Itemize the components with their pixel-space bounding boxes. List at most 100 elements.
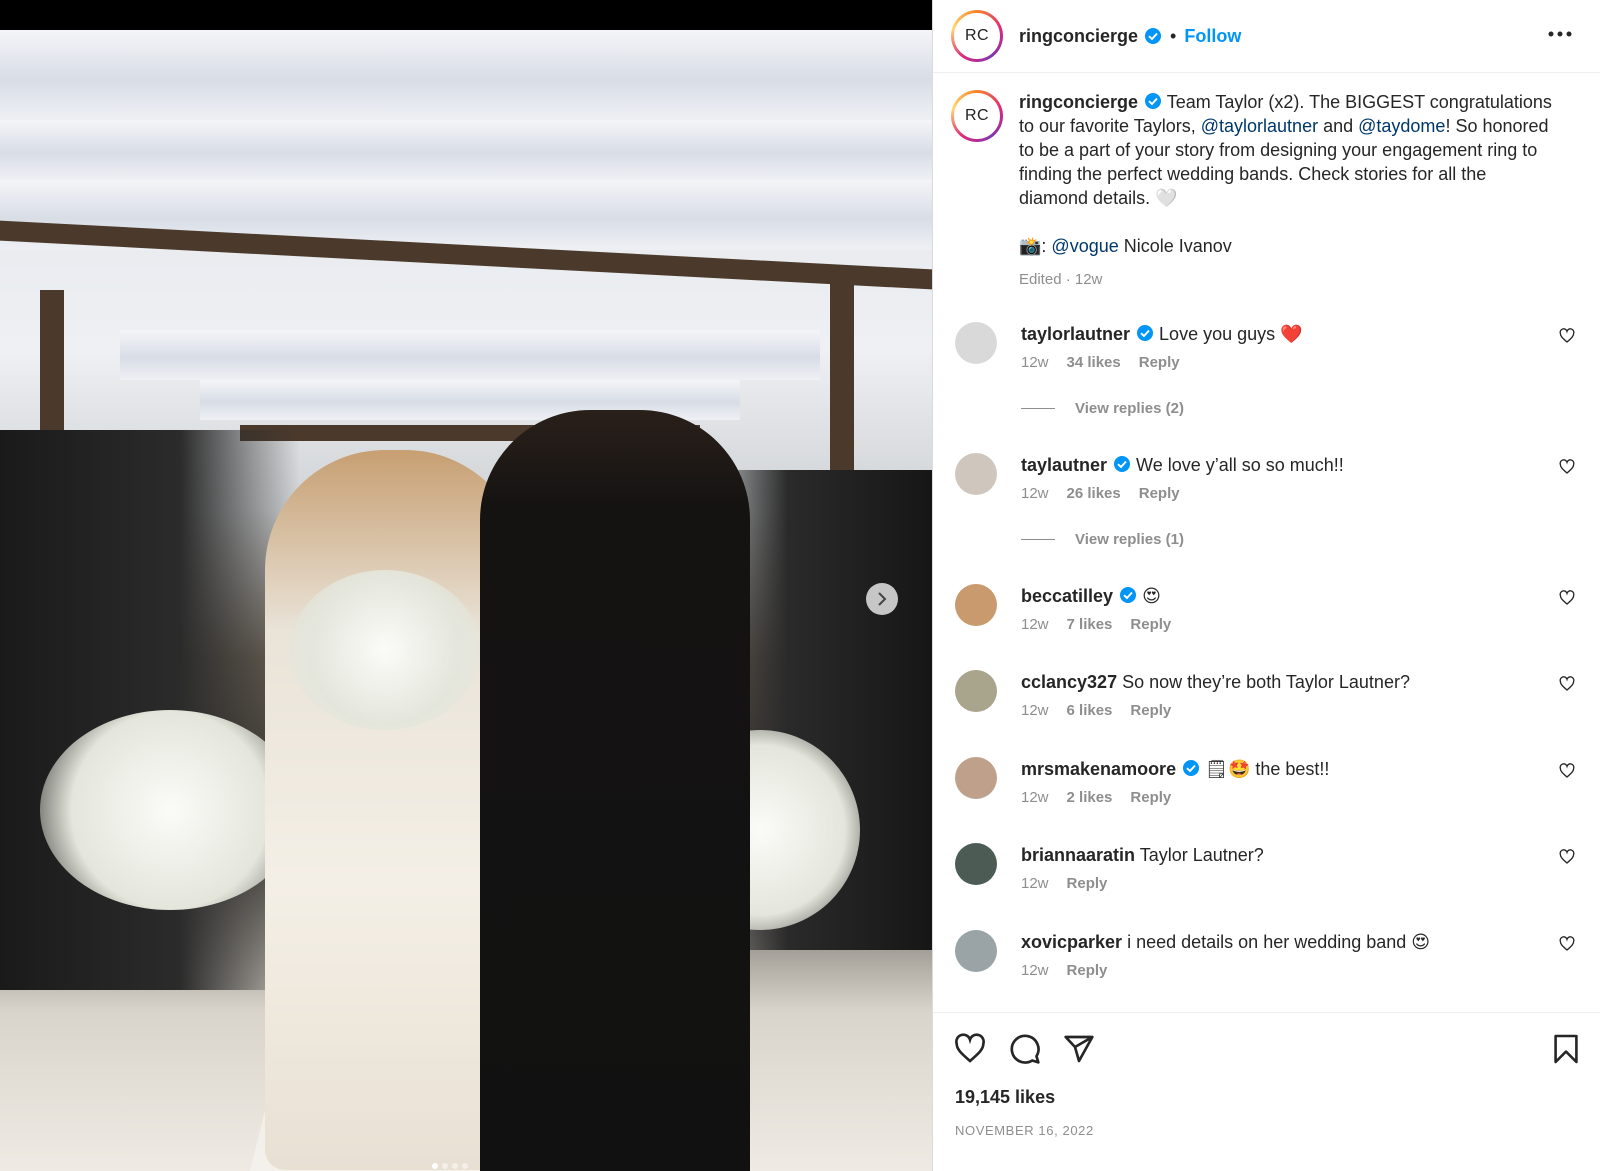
avatar[interactable]: [955, 670, 997, 712]
comment-time: 12w: [1021, 616, 1049, 633]
heart-icon[interactable]: [1559, 328, 1575, 344]
comment-icon[interactable]: [1009, 1033, 1041, 1065]
reply-button[interactable]: Reply: [1130, 616, 1171, 633]
post-caption: RC ringconcierge Team Taylor (x2). The B…: [951, 90, 1591, 292]
view-replies-button[interactable]: View replies (1): [1021, 531, 1184, 548]
reply-button[interactable]: Reply: [1139, 354, 1180, 371]
avatar[interactable]: [955, 930, 997, 972]
comment-text: We love y’all so so much!!: [1136, 455, 1344, 475]
reply-button[interactable]: Reply: [1130, 789, 1171, 806]
post-header: RC ringconcierge • Follow: [933, 0, 1600, 73]
heart-icon[interactable]: [1559, 936, 1575, 952]
avatar[interactable]: [955, 453, 997, 495]
verified-badge-icon: [1183, 760, 1200, 776]
post-media[interactable]: [0, 0, 932, 1171]
comment-item: beccatilley 😍 12w 7 likes Reply: [951, 584, 1591, 633]
caption-meta: Edited · 12w: [1019, 271, 1103, 288]
carousel-dot: [462, 1163, 468, 1169]
more-options-icon: [1548, 31, 1572, 37]
likes-count[interactable]: 19,145 likes: [955, 1087, 1055, 1108]
comment-item: briannaaratin Taylor Lautner? 12w Reply: [951, 843, 1591, 892]
comment-likes[interactable]: 2 likes: [1067, 789, 1113, 806]
drape: [120, 330, 820, 380]
avatar[interactable]: RC: [951, 90, 1003, 142]
post-actions-footer: 19,145 likes NOVEMBER 16, 2022: [933, 1012, 1600, 1171]
mention-link[interactable]: @taylorlautner: [1201, 116, 1318, 136]
comment-username[interactable]: taylorlautner: [1021, 324, 1130, 344]
share-icon[interactable]: [1063, 1033, 1095, 1065]
avatar[interactable]: [955, 322, 997, 364]
comment-time: 12w: [1021, 875, 1049, 892]
post-sidebar: RC ringconcierge • Follow RC ringconcier…: [932, 0, 1600, 1171]
follow-button[interactable]: Follow: [1184, 26, 1241, 47]
comment-text: 🗒🤩 the best!!: [1205, 759, 1330, 779]
comment-item: mrsmakenamoore 🗒🤩 the best!! 12w 2 likes R…: [951, 757, 1591, 806]
comment-item: cclancy327 So now they’re both Taylor La…: [951, 670, 1591, 719]
post-date: NOVEMBER 16, 2022: [955, 1123, 1094, 1138]
comment-username[interactable]: beccatilley: [1021, 586, 1113, 606]
verified-badge-icon: [1114, 456, 1131, 472]
photo-credit-prefix: 📸:: [1019, 236, 1052, 256]
more-options-button[interactable]: [1545, 22, 1575, 46]
comment-likes[interactable]: 34 likes: [1067, 354, 1121, 371]
carousel-dot: [442, 1163, 448, 1169]
comment-time: 12w: [1021, 789, 1049, 806]
carousel-dots: [432, 1163, 468, 1169]
heart-icon[interactable]: [1559, 590, 1575, 606]
verified-badge-icon: [1137, 325, 1154, 341]
view-replies-label: View replies (2): [1075, 400, 1184, 417]
comment-time: 12w: [1021, 962, 1049, 979]
groom: [480, 410, 750, 1171]
comment-username[interactable]: mrsmakenamoore: [1021, 759, 1176, 779]
comment-text: Taylor Lautner?: [1139, 845, 1264, 865]
comment-time: 12w: [1021, 485, 1049, 502]
comment-likes[interactable]: 26 likes: [1067, 485, 1121, 502]
drape: [0, 120, 932, 180]
comment-likes[interactable]: 6 likes: [1067, 702, 1113, 719]
photo-credit-name: Nicole Ivanov: [1118, 236, 1232, 256]
avatar[interactable]: [955, 584, 997, 626]
chevron-right-icon: [878, 592, 887, 606]
verified-badge-icon: [1145, 28, 1162, 44]
avatar-logo: RC: [954, 13, 1000, 59]
comment-time: 12w: [1021, 702, 1049, 719]
reply-button[interactable]: Reply: [1067, 875, 1108, 892]
reply-button[interactable]: Reply: [1067, 962, 1108, 979]
heart-icon[interactable]: [1559, 676, 1575, 692]
bookmark-icon[interactable]: [1553, 1033, 1579, 1065]
view-replies-button[interactable]: View replies (2): [1021, 400, 1184, 417]
carousel-next-button[interactable]: [866, 583, 898, 615]
comment-username[interactable]: briannaaratin: [1021, 845, 1135, 865]
verified-badge-icon: [1120, 587, 1137, 603]
avatar-logo: RC: [954, 93, 1000, 139]
reply-button[interactable]: Reply: [1139, 485, 1180, 502]
avatar[interactable]: [955, 843, 997, 885]
caption-username[interactable]: ringconcierge: [1019, 92, 1138, 112]
post-modal: RC ringconcierge • Follow RC ringconcier…: [0, 0, 1600, 1171]
comment-item: taylautner We love y’all so so much!! 12…: [951, 453, 1591, 502]
heart-icon[interactable]: [1559, 459, 1575, 475]
comment-item: taylorlautner Love you guys ❤️ 12w 34 lik…: [951, 322, 1591, 371]
carousel-dot: [432, 1163, 438, 1169]
comment-username[interactable]: cclancy327: [1021, 672, 1117, 692]
drape: [0, 30, 932, 120]
heart-icon[interactable]: [953, 1033, 987, 1065]
caption-text: and: [1318, 116, 1359, 136]
comment-username[interactable]: taylautner: [1021, 455, 1107, 475]
separator-dot: •: [1170, 25, 1177, 46]
flower-arrangement: [40, 710, 300, 910]
mention-link[interactable]: @vogue: [1051, 236, 1118, 256]
avatar[interactable]: [955, 757, 997, 799]
comment-username[interactable]: xovicparker: [1021, 932, 1122, 952]
heart-icon[interactable]: [1559, 849, 1575, 865]
view-replies-label: View replies (1): [1075, 531, 1184, 548]
mention-link[interactable]: @taydome: [1358, 116, 1445, 136]
reply-button[interactable]: Reply: [1130, 702, 1171, 719]
header-username[interactable]: ringconcierge: [1019, 26, 1138, 47]
comment-text: Love you guys ❤️: [1159, 324, 1303, 344]
avatar[interactable]: RC: [951, 10, 1003, 62]
heart-icon[interactable]: [1559, 763, 1575, 779]
comment-likes[interactable]: 7 likes: [1067, 616, 1113, 633]
wedding-photo: [0, 30, 932, 1171]
comment-text: 😍: [1142, 586, 1161, 606]
